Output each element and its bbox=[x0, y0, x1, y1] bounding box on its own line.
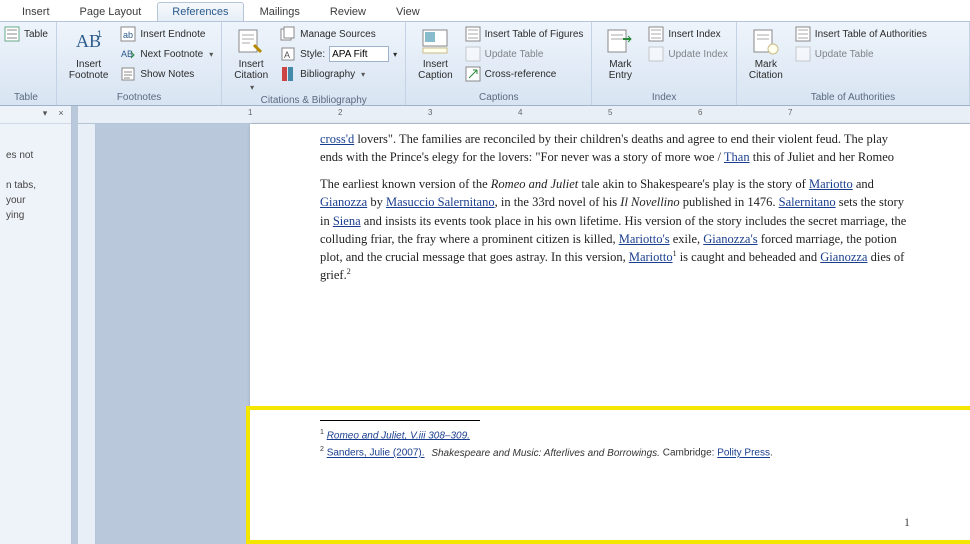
cross-reference-label: Cross-reference bbox=[485, 69, 557, 80]
group-index: Mark Entry Insert Index Update Index Ind… bbox=[592, 22, 737, 105]
mark-entry-icon bbox=[605, 27, 635, 57]
mark-citation-icon bbox=[751, 27, 781, 57]
paragraph-1[interactable]: cross'd lovers". The families are reconc… bbox=[320, 130, 910, 166]
update-table-icon bbox=[4, 26, 20, 42]
caption-icon bbox=[420, 27, 450, 57]
insert-tof-button[interactable]: Insert Table of Figures bbox=[463, 25, 586, 43]
insert-endnote-label: Insert Endnote bbox=[140, 29, 205, 40]
navigation-pane-body: es not n tabs, your ying bbox=[0, 124, 71, 247]
nav-close-icon[interactable]: × bbox=[55, 108, 67, 120]
update-index-icon bbox=[648, 46, 664, 62]
endnote-icon: ab bbox=[120, 26, 136, 42]
update-toa-button[interactable]: Update Table bbox=[793, 45, 929, 63]
nav-dropdown-icon[interactable]: ▾ bbox=[39, 108, 51, 120]
insert-index-button[interactable]: Insert Index bbox=[646, 25, 730, 43]
group-toc-label: Table bbox=[2, 91, 50, 104]
update-toa-label: Update Table bbox=[815, 49, 874, 60]
update-index-button[interactable]: Update Index bbox=[646, 45, 730, 63]
mark-entry-label: Mark Entry bbox=[609, 59, 632, 81]
insert-caption-label: Insert Caption bbox=[418, 59, 452, 81]
tab-page-layout[interactable]: Page Layout bbox=[66, 3, 156, 21]
update-tof-button[interactable]: Update Table bbox=[463, 45, 586, 63]
svg-text:ab: ab bbox=[123, 30, 133, 40]
show-notes-button[interactable]: Show Notes bbox=[118, 65, 215, 83]
update-index-label: Update Index bbox=[668, 49, 728, 60]
manage-sources-label: Manage Sources bbox=[300, 29, 376, 40]
next-footnote-label: Next Footnote bbox=[140, 49, 203, 60]
index-icon bbox=[648, 26, 664, 42]
navigation-pane: ▾ × es not n tabs, your ying bbox=[0, 106, 72, 544]
group-toa: Mark Citation Insert Table of Authoritie… bbox=[737, 22, 970, 105]
footnotes-area[interactable]: 1 Romeo and Juliet, V.iii 308–309. 2 San… bbox=[250, 410, 970, 540]
nav-text-2: n tabs, bbox=[6, 178, 65, 193]
citation-style-control[interactable]: A Style: ▾ bbox=[278, 45, 399, 63]
group-toc: Table Table bbox=[0, 22, 57, 105]
toa-icon bbox=[795, 26, 811, 42]
mark-citation-label: Mark Citation bbox=[749, 59, 783, 81]
insert-toa-label: Insert Table of Authorities bbox=[815, 29, 927, 40]
tof-icon bbox=[465, 26, 481, 42]
horizontal-ruler[interactable]: 1 2 3 4 5 6 7 bbox=[78, 106, 970, 124]
insert-footnote-label: Insert Footnote bbox=[69, 59, 108, 81]
ribbon-tabs: Insert Page Layout References Mailings R… bbox=[0, 0, 970, 22]
group-captions-label: Captions bbox=[412, 91, 585, 104]
show-notes-icon bbox=[120, 66, 136, 82]
group-footnotes-label: Footnotes bbox=[63, 91, 215, 104]
insert-tof-label: Insert Table of Figures bbox=[485, 29, 584, 40]
nav-text-1: es not bbox=[6, 148, 65, 163]
tab-review[interactable]: Review bbox=[316, 3, 380, 21]
style-label: Style: bbox=[300, 49, 325, 60]
insert-toa-button[interactable]: Insert Table of Authorities bbox=[793, 25, 929, 43]
group-footnotes: AB1 Insert Footnote ab Insert Endnote AB… bbox=[57, 22, 222, 105]
next-footnote-icon: AB bbox=[120, 46, 136, 62]
style-input[interactable] bbox=[329, 46, 389, 62]
tab-insert[interactable]: Insert bbox=[8, 3, 64, 21]
bibliography-icon bbox=[280, 66, 296, 82]
tab-view[interactable]: View bbox=[382, 3, 434, 21]
insert-citation-label: Insert Citation bbox=[234, 59, 268, 81]
mark-citation-button[interactable]: Mark Citation bbox=[743, 25, 789, 83]
paragraph-2[interactable]: The earliest known version of the Romeo … bbox=[320, 175, 910, 284]
tab-references[interactable]: References bbox=[157, 2, 243, 21]
show-notes-label: Show Notes bbox=[140, 69, 194, 80]
footnote-1[interactable]: 1 Romeo and Juliet, V.iii 308–309. bbox=[320, 427, 910, 444]
page-number: 1 bbox=[904, 515, 910, 530]
nav-text-4: ying bbox=[6, 208, 65, 223]
ribbon: Table Table AB1 Insert Footnote ab Inser… bbox=[0, 22, 970, 106]
manage-sources-button[interactable]: Manage Sources bbox=[278, 25, 399, 43]
crossref-icon bbox=[465, 66, 481, 82]
update-icon bbox=[465, 46, 481, 62]
bibliography-label: Bibliography bbox=[300, 69, 355, 80]
insert-footnote-button[interactable]: AB1 Insert Footnote bbox=[63, 25, 114, 83]
insert-citation-button[interactable]: Insert Citation bbox=[228, 25, 274, 94]
vertical-ruler[interactable] bbox=[78, 124, 96, 544]
update-tof-label: Update Table bbox=[485, 49, 544, 60]
workspace: ▾ × es not n tabs, your ying L 1 2 3 4 5… bbox=[0, 106, 970, 544]
group-captions: Insert Caption Insert Table of Figures U… bbox=[406, 22, 592, 105]
footnote-separator bbox=[320, 420, 480, 421]
next-footnote-button[interactable]: AB Next Footnote bbox=[118, 45, 215, 63]
tab-mailings[interactable]: Mailings bbox=[246, 3, 314, 21]
mark-entry-button[interactable]: Mark Entry bbox=[598, 25, 642, 83]
insert-index-label: Insert Index bbox=[668, 29, 720, 40]
update-toc-button[interactable]: Table bbox=[2, 25, 50, 43]
insert-caption-button[interactable]: Insert Caption bbox=[412, 25, 458, 83]
bibliography-button[interactable]: Bibliography bbox=[278, 65, 399, 83]
manage-sources-icon bbox=[280, 26, 296, 42]
style-icon: A bbox=[280, 46, 296, 62]
group-index-label: Index bbox=[598, 91, 730, 104]
document-body[interactable]: cross'd lovers". The families are reconc… bbox=[320, 130, 910, 284]
group-citations: Insert Citation Manage Sources A Style: … bbox=[222, 22, 406, 105]
update-toc-label: Table bbox=[24, 29, 48, 40]
svg-text:A: A bbox=[284, 50, 290, 60]
insert-endnote-button[interactable]: ab Insert Endnote bbox=[118, 25, 215, 43]
footnote-icon: AB1 bbox=[74, 27, 104, 57]
update-toa-icon bbox=[795, 46, 811, 62]
group-toa-label: Table of Authorities bbox=[743, 91, 963, 104]
cross-reference-button[interactable]: Cross-reference bbox=[463, 65, 586, 83]
svg-text:1: 1 bbox=[97, 29, 102, 39]
citation-icon bbox=[236, 27, 266, 57]
footnote-2[interactable]: 2 Sanders, Julie (2007). Shakespeare and… bbox=[320, 444, 910, 461]
nav-text-3: your bbox=[6, 193, 65, 208]
